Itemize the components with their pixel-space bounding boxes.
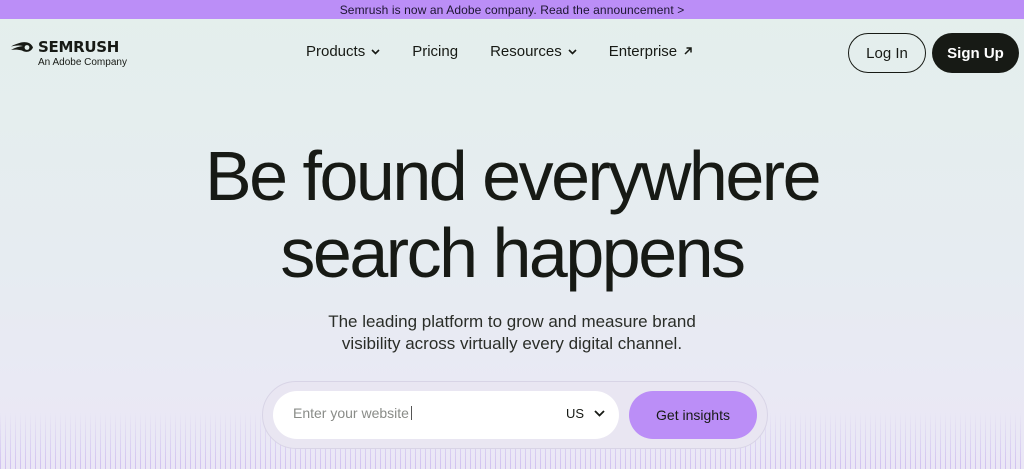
logo[interactable]: SEMRUSH An Adobe Company [10,38,127,68]
login-button[interactable]: Log In [848,33,926,73]
hero-subtitle: The leading platform to grow and measure… [0,311,1024,355]
nav-item-products[interactable]: Products [306,43,380,60]
chevron-down-icon [594,410,605,417]
chevron-down-icon [371,47,380,57]
hero-title-line-2: search happens [280,214,746,292]
signup-button[interactable]: Sign Up [932,33,1019,73]
announcement-text[interactable]: Semrush is now an Adobe company. Read th… [340,3,685,17]
hero-subtitle-line-1: The leading platform to grow and measure… [328,312,696,331]
site-header: SEMRUSH An Adobe Company Products Pricin… [0,19,1024,87]
region-select[interactable]: US [566,406,605,421]
region-value: US [566,406,585,421]
website-input-placeholder: Enter your website [293,405,409,421]
hero-title: Be found everywhere search happens [0,138,1024,292]
logo-tagline: An Adobe Company [38,57,127,68]
nav-item-resources[interactable]: Resources [490,43,577,60]
arrow-up-right-icon [683,44,693,59]
website-input[interactable]: Enter your website [293,405,533,421]
hero-subtitle-line-2: visibility across virtually every digita… [341,334,683,353]
nav-item-label: Pricing [412,43,459,60]
get-insights-button[interactable]: Get insights [629,391,757,439]
main-nav: Products Pricing Resources Enterprise [306,43,725,60]
nav-item-label: Resources [490,43,562,60]
announcement-banner[interactable]: Semrush is now an Adobe company. Read th… [0,0,1024,19]
logo-wordmark: SEMRUSH [38,38,119,56]
nav-item-enterprise[interactable]: Enterprise [609,43,693,60]
hero-title-line-1: Be found everywhere [204,137,822,215]
nav-item-pricing[interactable]: Pricing [412,43,458,60]
chevron-down-icon [568,47,577,57]
nav-item-label: Enterprise [608,43,678,60]
nav-item-label: Products [306,43,366,60]
text-caret [410,406,412,420]
semrush-fireball-icon [11,41,33,52]
